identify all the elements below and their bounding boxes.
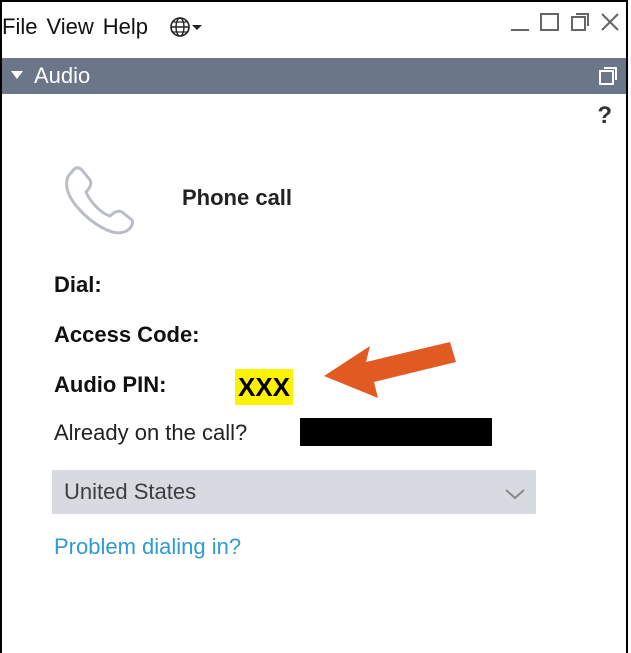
phone-icon (58, 162, 148, 247)
audio-window: File View Help Audio ? Phone call Dial: … (0, 0, 628, 653)
popout-icon[interactable] (598, 66, 618, 92)
audio-panel-header[interactable]: Audio (2, 58, 626, 94)
maximize-icon[interactable] (538, 10, 562, 40)
audio-pin-label: Audio PIN: (54, 372, 167, 397)
problem-dialing-link[interactable]: Problem dialing in? (54, 534, 241, 560)
audio-panel-title: Audio (34, 63, 91, 88)
window-controls (508, 10, 622, 40)
chevron-down-icon (504, 482, 526, 508)
caret-down-icon (192, 25, 202, 30)
minimize-icon[interactable] (508, 10, 532, 40)
country-select[interactable]: United States (52, 470, 536, 514)
menu-file[interactable]: File (2, 14, 42, 40)
menu-bar: File View Help (2, 2, 626, 52)
audio-pin-value: XXX (235, 369, 294, 405)
annotation-arrow (322, 332, 462, 407)
collapse-triangle-icon[interactable] (10, 68, 24, 84)
country-select-value: United States (64, 479, 197, 504)
menu-help[interactable]: Help (103, 14, 153, 40)
close-icon[interactable] (598, 10, 622, 40)
globe-icon (170, 17, 190, 37)
already-on-call-label: Already on the call? (54, 420, 248, 445)
redacted-block (300, 418, 492, 446)
dial-label: Dial: (54, 272, 102, 297)
menu-view[interactable]: View (46, 14, 98, 40)
restore-icon[interactable] (568, 10, 592, 40)
language-menu[interactable] (169, 16, 203, 38)
help-button[interactable]: ? (597, 102, 612, 130)
phone-call-title: Phone call (182, 185, 293, 210)
access-code-label: Access Code: (54, 322, 200, 347)
